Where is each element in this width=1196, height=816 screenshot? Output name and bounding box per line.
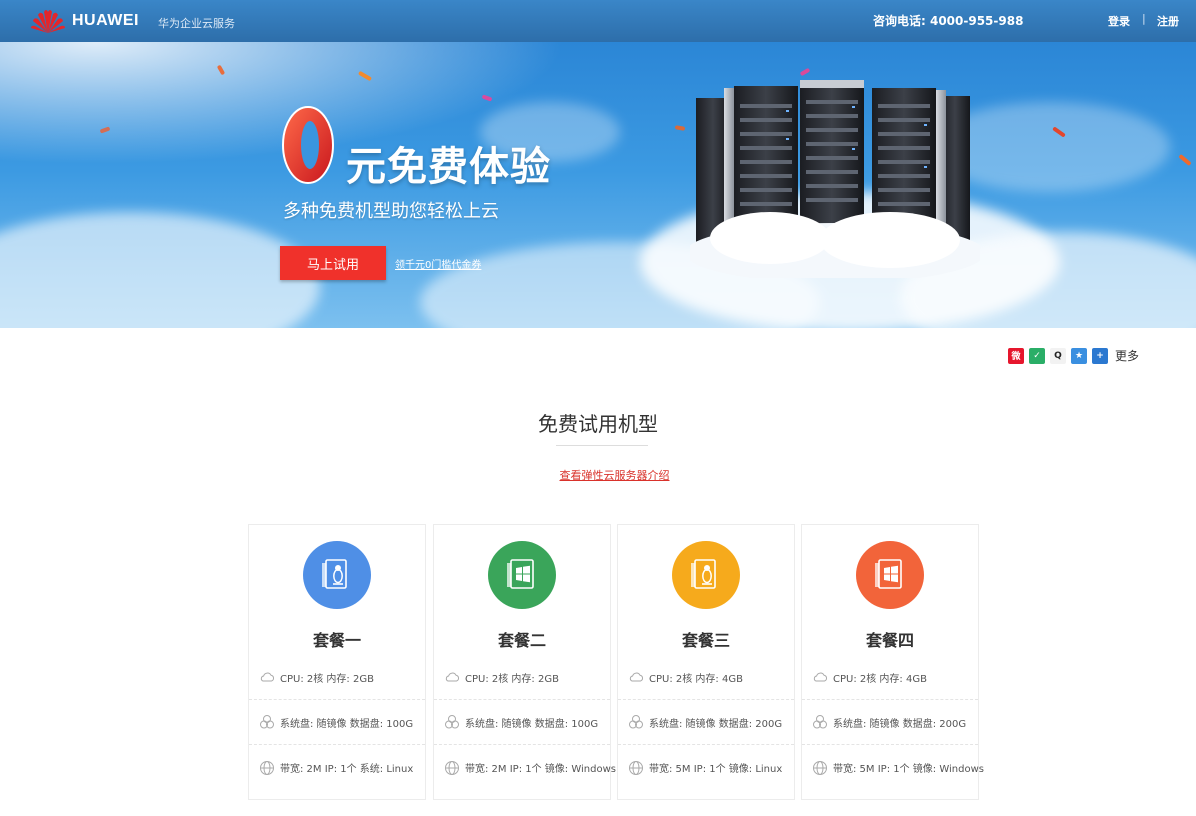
plan-disk-row: 系统盘: 随镜像 数据盘: 200G [618,700,794,745]
plan-icon-circle [856,541,924,609]
linux-icon [691,559,716,589]
confetti-decoration [674,125,686,131]
plan-network-text: 带宽: 5M IP: 1个 镜像: Linux [649,764,783,775]
cloud-icon [445,672,460,682]
confetti-decoration [216,64,226,76]
confetti-decoration [357,70,373,82]
banner-subline: 多种免费机型助您轻松上云 [283,201,499,222]
share-bar: 微 ✓ Q ★ + 更多 [1008,347,1139,364]
plan-network-text: 带宽: 2M IP: 1个 系统: Linux [280,764,414,775]
plan-spec-text: CPU: 2核 内存: 4GB [833,673,927,685]
globe-icon [813,760,827,775]
plan-name: 套餐二 [497,631,546,650]
plan-spec-row: CPU: 2核 内存: 4GB [618,655,794,700]
qzone-icon[interactable]: ★ [1071,347,1087,364]
banner-cloud [0,212,320,328]
plan-network-row: 带宽: 5M IP: 1个 镜像: Windows [802,745,984,790]
globe-icon [260,760,274,775]
confetti-decoration [99,126,111,134]
plan-disk-text: 系统盘: 随镜像 数据盘: 100G [465,718,599,730]
disk-circles-icon [813,715,827,729]
coupon-link[interactable]: 领千元0门槛代金券 [395,256,481,271]
plan-spec-row: CPU: 2核 内存: 2GB [249,655,425,700]
plan-disk-text: 系统盘: 随镜像 数据盘: 200G [833,718,967,730]
cloud-icon [629,672,644,682]
plan-network-row: 带宽: 5M IP: 1个 镜像: Linux [618,745,794,790]
cloud-icon [260,672,275,682]
confetti-decoration [799,67,811,77]
register-link[interactable]: 注册 [1157,13,1179,29]
share-plus-icon[interactable]: + [1092,347,1108,364]
confetti-decoration [481,94,493,102]
plan-disk-row: 系统盘: 随镜像 数据盘: 100G [249,700,425,745]
plan-disk-row: 系统盘: 随镜像 数据盘: 100G [434,700,610,745]
plan-card[interactable]: 套餐三 CPU: 2核 内存: 4GB 系统盘: 随镜像 数据盘: 200G 带… [617,524,795,800]
plan-network-text: 带宽: 2M IP: 1个 镜像: Windows [465,764,616,775]
plan-spec-row: CPU: 2核 内存: 4GB [802,655,978,700]
plan-name: 套餐四 [865,631,914,650]
disk-circles-icon [260,715,274,729]
weibo-icon[interactable]: 微 [1008,347,1024,364]
brand-name[interactable]: HUAWEI [72,12,139,30]
section-title: 免费试用机型 [538,412,658,436]
qq-icon[interactable]: Q [1050,347,1066,364]
plan-network-text: 带宽: 5M IP: 1个 镜像: Windows [833,764,984,775]
plan-card[interactable]: 套餐四 CPU: 2核 内存: 4GB 系统盘: 随镜像 数据盘: 200G 带… [801,524,984,800]
plan-disk-text: 系统盘: 随镜像 数据盘: 200G [649,718,783,730]
cloud-server-intro-link[interactable]: 查看弹性云服务器介绍 [0,467,1196,483]
plan-disk-row: 系统盘: 随镜像 数据盘: 200G [802,700,978,745]
disk-circles-icon [445,715,459,729]
try-now-button[interactable]: 马上试用 [280,246,386,280]
share-more-link[interactable]: 更多 [1115,347,1139,364]
plan-spec-row: CPU: 2核 内存: 2GB [434,655,610,700]
windows-icon [875,559,902,589]
hotline-text: 咨询电话: 4000-955-988 [873,14,1024,28]
linux-icon [322,559,347,589]
plan-network-row: 带宽: 2M IP: 1个 镜像: Windows [434,745,616,790]
plan-network-row: 带宽: 2M IP: 1个 系统: Linux [249,745,425,790]
top-navigation-bar: HUAWEI 华为企业云服务 咨询电话: 4000-955-988 登录 | 注… [0,0,1196,42]
plan-name: 套餐三 [681,631,730,650]
brand-subtitle: 华为企业云服务 [158,17,235,30]
plan-icon-circle [488,541,556,609]
plan-spec-text: CPU: 2核 内存: 2GB [465,673,559,685]
wechat-icon[interactable]: ✓ [1029,347,1045,364]
banner-headline: 元免费体验 [346,144,551,190]
cloud-icon [813,672,828,682]
disk-circles-icon [629,715,643,729]
plan-disk-text: 系统盘: 随镜像 数据盘: 100G [280,718,414,730]
plan-card[interactable]: 套餐二 CPU: 2核 内存: 2GB 系统盘: 随镜像 数据盘: 100G 带… [433,524,616,800]
huawei-logo-icon[interactable] [30,6,66,34]
plan-card[interactable]: 套餐一 CPU: 2核 内存: 2GB 系统盘: 随镜像 数据盘: 100G 带… [248,524,426,800]
nav-divider: | [1142,12,1146,25]
section-divider [556,445,648,446]
plan-spec-text: CPU: 2核 内存: 2GB [280,673,374,685]
windows-icon [507,559,534,589]
plan-icon-circle [303,541,371,609]
zero-digit-graphic [282,106,334,184]
confetti-decoration [1178,153,1192,167]
plan-icon-circle [672,541,740,609]
server-racks-illustration [690,80,980,278]
plan-spec-text: CPU: 2核 内存: 4GB [649,673,743,685]
plan-name: 套餐一 [312,631,361,650]
login-link[interactable]: 登录 [1108,13,1130,29]
globe-icon [445,760,459,775]
globe-icon [629,760,643,775]
promo-banner: 元免费体验 多种免费机型助您轻松上云 马上试用 领千元0门槛代金券 [0,42,1196,328]
